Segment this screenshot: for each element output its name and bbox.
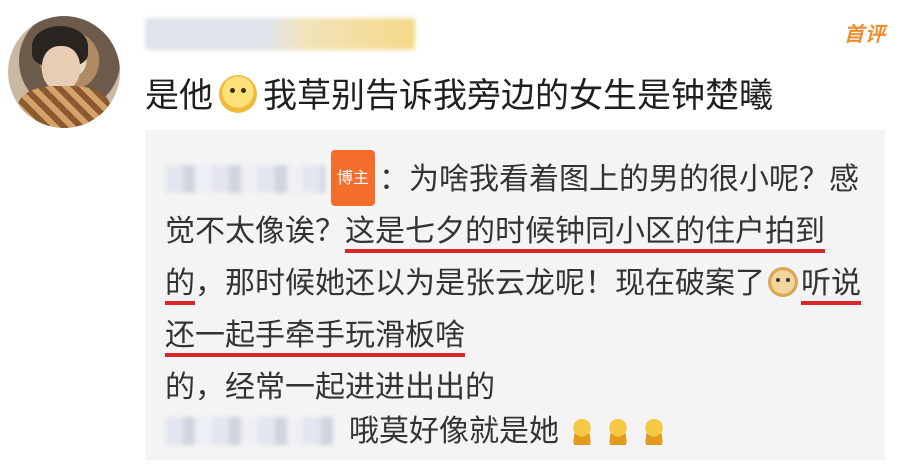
sub-reply: 哦莫好像就是她 — [165, 406, 667, 450]
blurred-sub-username[interactable] — [165, 417, 335, 445]
blurred-reply-username[interactable] — [165, 165, 325, 193]
avatar-face — [42, 46, 80, 90]
reply-part3: 的，经常一起进进出出的 — [165, 370, 495, 405]
avatar[interactable] — [8, 16, 120, 128]
comment-text-after: 我草别告诉我旁边的女生是钟楚曦 — [263, 76, 773, 116]
comment-text-before: 是他 — [145, 76, 213, 116]
sub-reply-text: 哦莫好像就是她 — [349, 414, 559, 449]
reply-box: 博主 ：为啥我看着图上的男的很小呢？感觉不太像诶？这是七夕的时候钟同小区的住户拍到… — [145, 130, 885, 460]
avatar-body — [18, 86, 110, 128]
blogger-badge: 博主 — [331, 150, 376, 206]
sad-face-emoji-icon — [569, 417, 595, 445]
blurred-username[interactable] — [145, 18, 415, 50]
sad-face-emoji-icon — [641, 417, 667, 445]
reply-part2: ，那时候她还以为是张云龙呢！现在破案了 — [195, 266, 765, 301]
cat-emoji-icon — [219, 75, 257, 113]
reply-text: 博主 ：为啥我看着图上的男的很小呢？感觉不太像诶？这是七夕的时候钟同小区的住户拍到… — [165, 150, 865, 414]
doge-emoji-icon — [768, 267, 798, 297]
comment-text: 是他 我草别告诉我旁边的女生是钟楚曦 — [145, 66, 773, 126]
first-comment-badge: 首评 — [844, 22, 886, 46]
sad-face-emoji-icon — [605, 417, 631, 445]
